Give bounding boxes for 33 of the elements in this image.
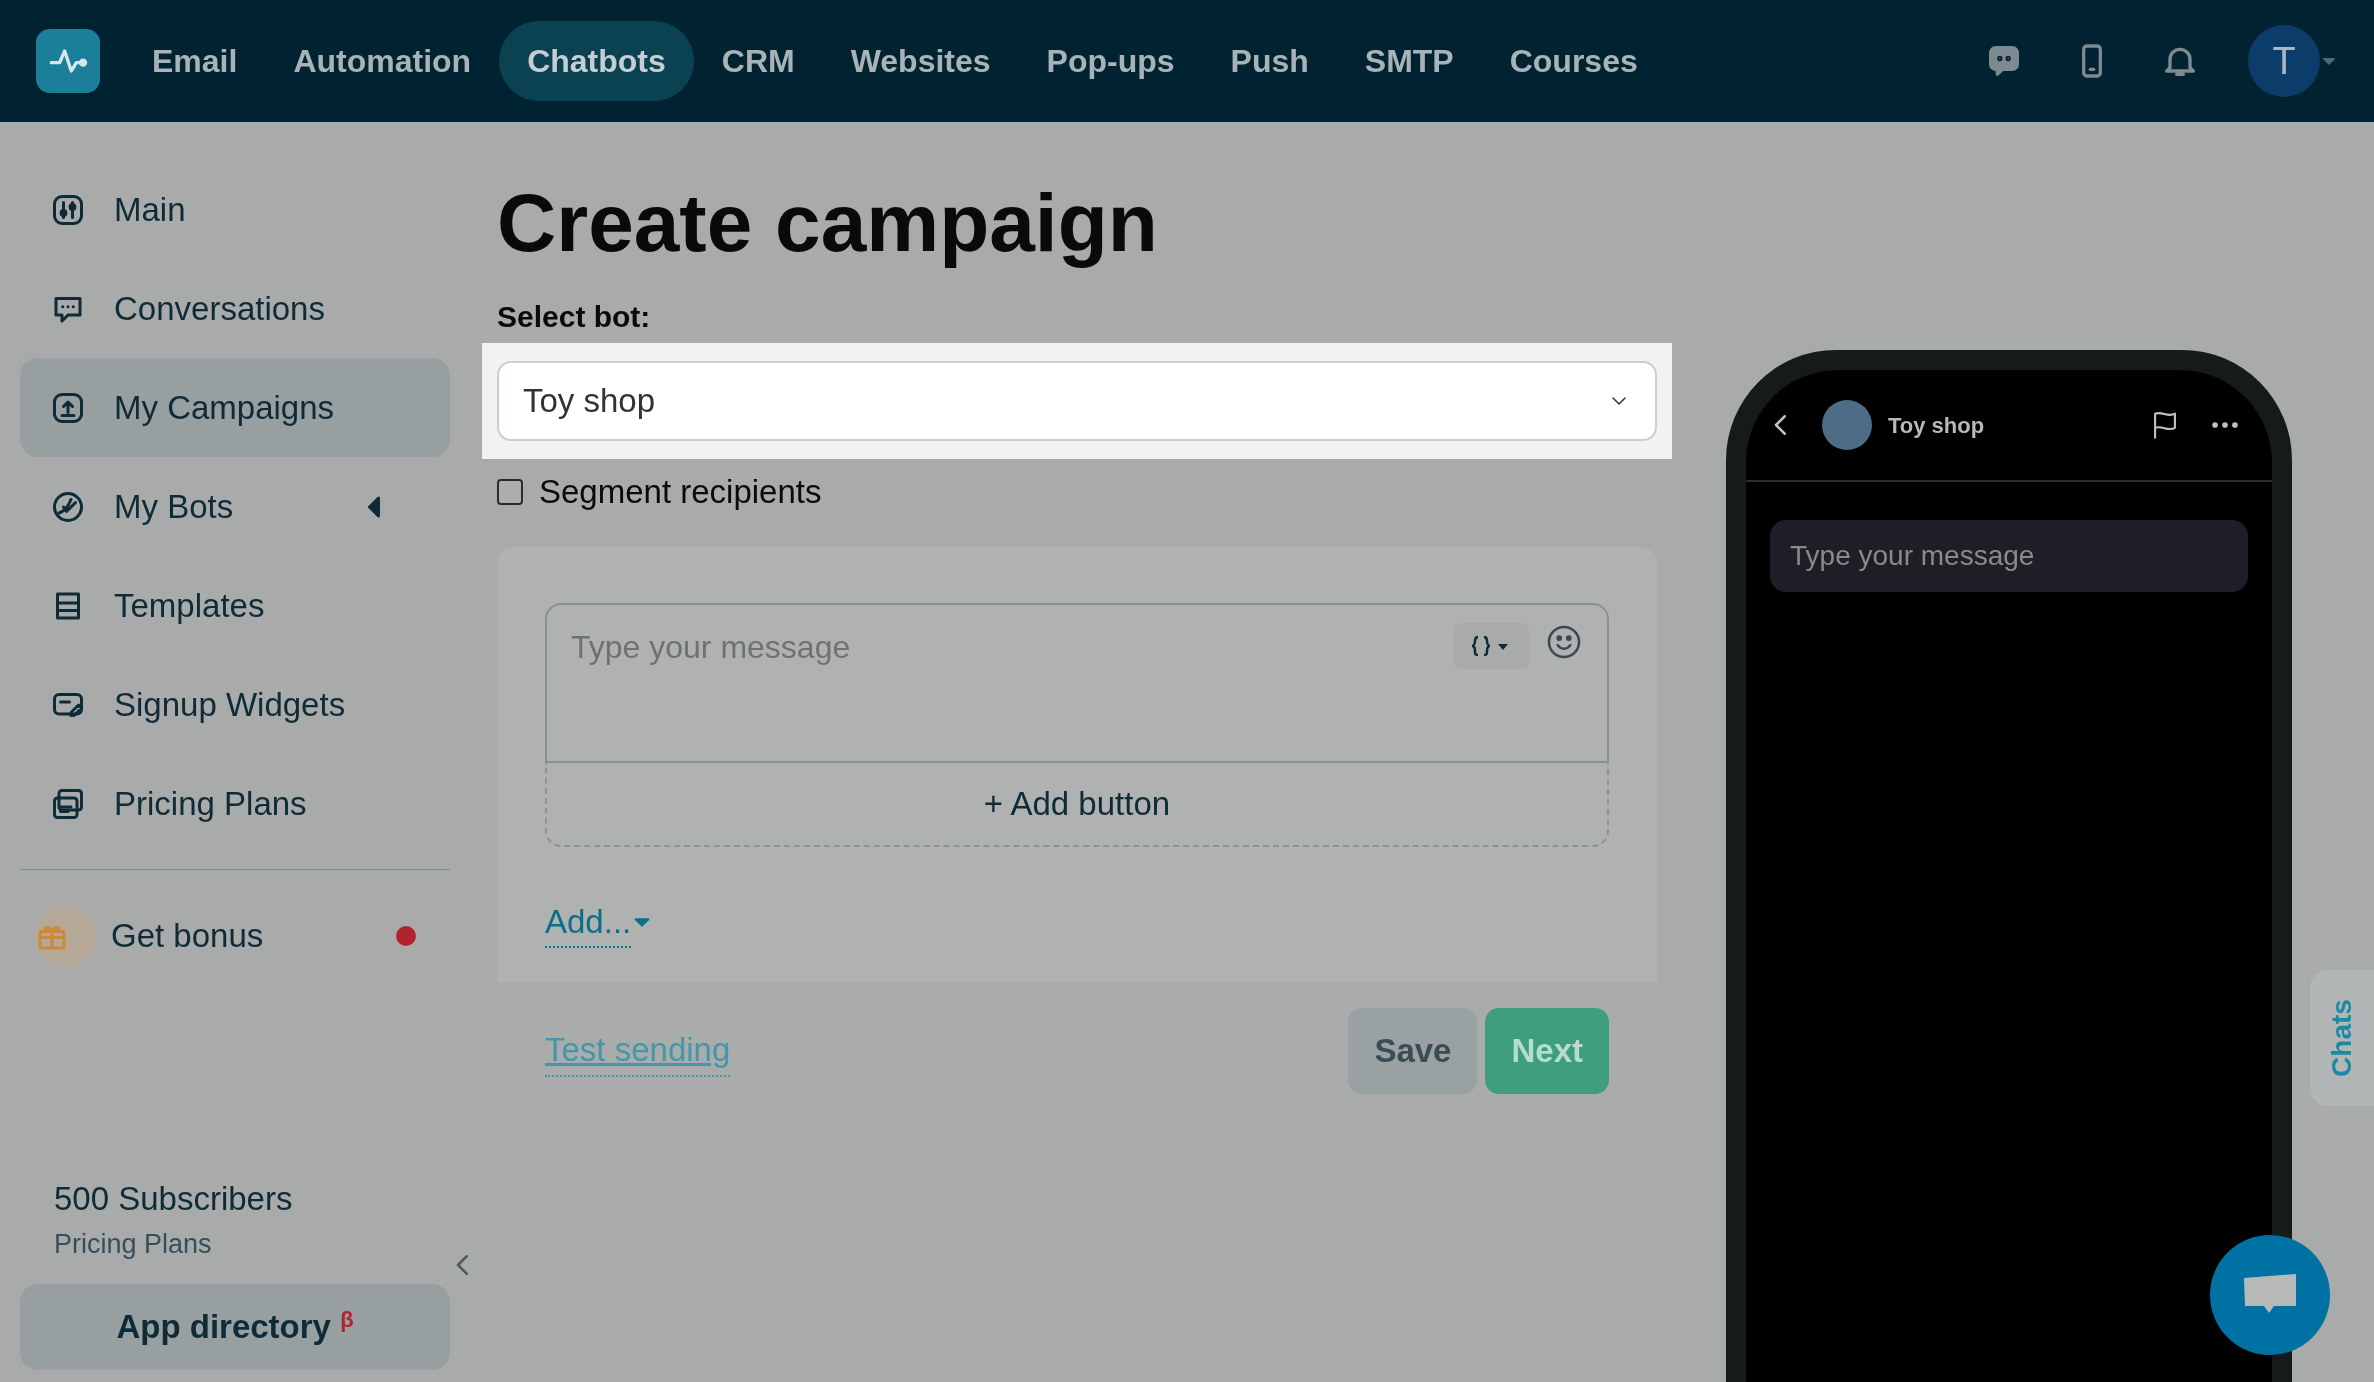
notification-dot	[396, 925, 416, 946]
sidebar-item[interactable]: Conversations	[20, 259, 450, 358]
bot-avatar	[1822, 400, 1872, 450]
checkbox-label: Segment recipients	[539, 472, 822, 512]
user-avatar[interactable]: T	[2248, 25, 2320, 97]
bot-name: Toy shop	[1888, 411, 1986, 440]
nav-tab[interactable]: SMTP	[1336, 21, 1482, 101]
bot-select[interactable]: Toy shop	[497, 361, 1657, 441]
message-field[interactable]: Type your message	[1770, 520, 2248, 592]
logo-icon[interactable]	[36, 29, 100, 93]
nav-tab[interactable]: Websites	[822, 21, 1019, 101]
nav-tab[interactable]: Automation	[265, 21, 500, 101]
sidebar-item[interactable]: Pricing Plans	[20, 754, 450, 853]
sidebar-item[interactable]: My Campaigns	[20, 358, 450, 457]
pricing-plans-link[interactable]: Pricing Plans	[20, 1223, 212, 1264]
nav-tab[interactable]: Pop-ups	[1018, 21, 1203, 101]
nav-tab[interactable]: Push	[1202, 21, 1337, 101]
nav-tab[interactable]: CRM	[693, 21, 823, 101]
get-bonus-item[interactable]: Get bonus	[20, 886, 450, 985]
sidebar-item[interactable]: Main	[20, 160, 450, 259]
save-button[interactable]: Save	[1348, 1008, 1478, 1094]
nav-tab[interactable]: Courses	[1481, 21, 1666, 101]
sidebar-item[interactable]: My Bots	[20, 457, 450, 556]
variables-button[interactable]	[1453, 622, 1529, 669]
nav-tab[interactable]: Email	[124, 21, 266, 101]
field-label: Select bot:	[497, 299, 652, 335]
app-directory-button[interactable]: App directory $^{β}$	[20, 1284, 450, 1370]
sidebar-item[interactable]: Signup Widgets	[20, 655, 450, 754]
subscribers-count: 500 Subscribers	[53, 1179, 294, 1219]
sidebar-item[interactable]: Templates	[20, 556, 450, 655]
checkbox[interactable]	[497, 478, 523, 505]
nav-tab[interactable]: Chatbots	[499, 21, 694, 101]
add-button[interactable]: + Add button	[545, 762, 1609, 847]
